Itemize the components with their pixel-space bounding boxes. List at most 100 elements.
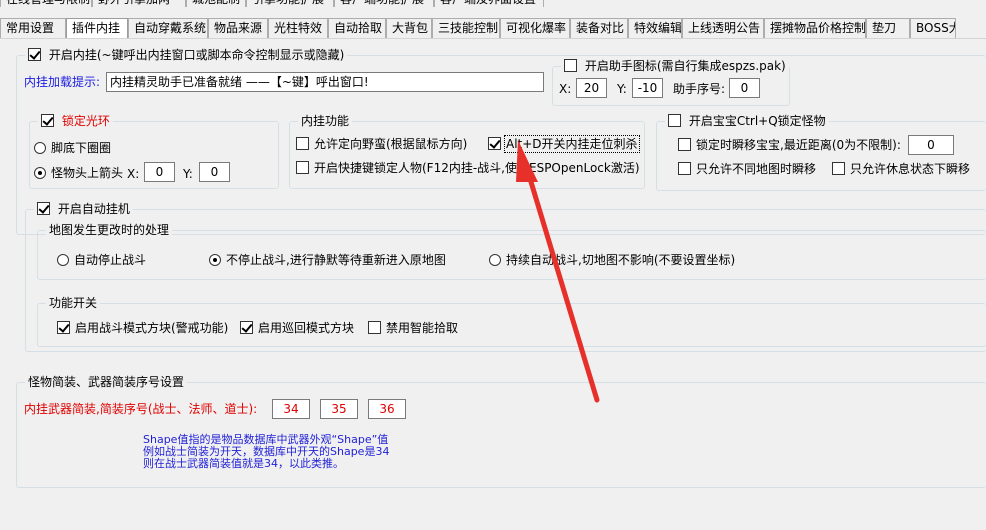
enable-plugin-label: 开启内挂(~键呼出内挂窗口或脚本命令控制显示或隐藏) xyxy=(48,48,345,62)
tab-row2-7[interactable]: 三技能控制 xyxy=(432,18,500,38)
radio-stop-battle[interactable]: 自动停止战斗 xyxy=(57,252,146,268)
opt-patrol-mode[interactable]: 启用巡回模式方块 xyxy=(240,320,354,336)
pet-lock-option[interactable]: 开启宝宝Ctrl+Q锁定怪物 xyxy=(665,114,829,128)
diff-map-checkbox[interactable] xyxy=(678,162,691,175)
lock-x-input[interactable]: 0 xyxy=(144,162,175,182)
radio-head-arrow[interactable]: 怪物头上箭头 xyxy=(34,165,123,181)
lock-cursor-option[interactable]: 锁定光环 xyxy=(38,114,113,128)
tab-row2-8[interactable]: 可视化爆率 xyxy=(500,18,570,38)
assistant-icon-option[interactable]: 开启助手图标(需自行集成espzs.pak) xyxy=(561,59,789,73)
pet-lock-group: 开启宝宝Ctrl+Q锁定怪物 xyxy=(656,114,986,191)
tab-row2-12[interactable]: 摆摊物品价格控制 xyxy=(764,18,866,38)
assistant-x-input[interactable]: 20 xyxy=(576,78,607,98)
pet-lock-label: 开启宝宝Ctrl+Q锁定怪物 xyxy=(688,114,826,128)
alt-d-label: Alt+D开关内挂走位刺杀 xyxy=(504,135,640,153)
tab-row1-4[interactable]: 客户端功能扩展 xyxy=(334,0,434,7)
radio-feet-circle-button[interactable] xyxy=(34,142,46,154)
tab-row1-1[interactable]: 野外引掌加两 xyxy=(92,0,186,7)
rest-only-checkbox[interactable] xyxy=(832,162,845,175)
directional-wild-checkbox[interactable] xyxy=(296,137,309,150)
radio-continue-battle-button[interactable] xyxy=(489,254,501,266)
warrior-shape-input[interactable]: 34 xyxy=(272,399,310,419)
tab-row2-3[interactable]: 物品来源 xyxy=(208,18,268,38)
diff-map-label: 只允许不同地图时瞬移 xyxy=(696,162,817,176)
load-prompt-label: 内挂加载提示: xyxy=(24,75,101,89)
radio-wait-silent[interactable]: 不停止战斗,进行静默等待重新进入原地图 xyxy=(209,252,446,268)
mage-shape-input[interactable]: 35 xyxy=(320,399,358,419)
pet-teleport-distance-input[interactable]: 0 xyxy=(908,135,954,155)
tab-row1-5[interactable]: 客户端及界面设置 xyxy=(434,0,544,7)
lock-y-input[interactable]: 0 xyxy=(199,162,230,182)
tab-row1-0[interactable]: 在线管理与限制 xyxy=(0,0,92,7)
radio-head-arrow-button[interactable] xyxy=(34,167,46,179)
patrol-mode-label: 启用巡回模式方块 xyxy=(258,321,355,335)
opt-rest-only[interactable]: 只允许休息状态下瞬移 xyxy=(832,161,970,177)
disable-pickup-label: 禁用智能拾取 xyxy=(386,321,459,335)
tab-row2-13[interactable]: 垫刀 xyxy=(866,18,910,38)
rest-only-label: 只允许休息状态下瞬移 xyxy=(850,162,971,176)
assistant-y-label: Y: xyxy=(617,82,627,96)
battle-mode-label: 启用战斗模式方块(警戒功能) xyxy=(75,321,229,335)
taoist-shape-input[interactable]: 36 xyxy=(368,399,406,419)
directional-wild-label: 允许定向野蛮(根据鼠标方向) xyxy=(314,137,468,151)
opt-directional-wild[interactable]: 允许定向野蛮(根据鼠标方向) xyxy=(296,136,467,152)
weapon-shape-label: 内挂武器简装,简装序号(战士、法师、道士): xyxy=(24,402,258,416)
auto-hang-option[interactable]: 开启自动挂机 xyxy=(34,202,133,216)
lock-cursor-label: 锁定光环 xyxy=(61,114,110,128)
tab-row2-4[interactable]: 光柱特效 xyxy=(268,18,328,38)
radio-feet-circle[interactable]: 脚底下圈圈 xyxy=(34,140,111,156)
load-prompt-input[interactable]: 内挂精灵助手已准备就绪 ——【~键】呼出窗口! xyxy=(106,72,544,92)
tab-row2-11[interactable]: 上线透明公告 xyxy=(682,18,764,38)
hotkey-lock-checkbox[interactable] xyxy=(296,161,309,174)
switches-title: 功能开关 xyxy=(46,296,101,310)
pet-teleport-label: 锁定时瞬移宝宝,最近距离(0为不限制): xyxy=(696,138,901,152)
radio-continue-battle[interactable]: 持续自动战斗,切地图不影响(不要设置坐标) xyxy=(489,252,735,268)
assistant-x-label: X: xyxy=(559,82,572,96)
opt-battle-mode[interactable]: 启用战斗模式方块(警戒功能) xyxy=(57,320,228,336)
enable-plugin-option[interactable]: 开启内挂(~键呼出内挂窗口或脚本命令控制显示或隐藏) xyxy=(25,48,348,62)
pet-teleport-checkbox[interactable] xyxy=(678,138,691,151)
lock-y-label: Y: xyxy=(183,167,193,181)
top-tab-strip: 在线管理与限制野外引掌加两城池配制引掌功能扩展客户端功能扩展客户端及界面设置 xyxy=(0,0,544,7)
patrol-mode-checkbox[interactable] xyxy=(240,321,253,334)
tab-row2-1[interactable]: 插件内挂 xyxy=(66,18,128,38)
pet-lock-checkbox[interactable] xyxy=(668,114,681,127)
lock-cursor-checkbox[interactable] xyxy=(41,114,54,127)
main-tab-strip: 常用设置 插件内挂 自动穿戴系统 物品来源 光柱特效 自动拾取 大背包 三技能控制 可视化爆率装… xyxy=(0,18,956,38)
opt-alt-d-toggle[interactable]: Alt+D开关内挂走位刺杀 xyxy=(488,135,640,153)
lock-x-label: X: xyxy=(127,167,140,181)
battle-mode-checkbox[interactable] xyxy=(57,321,70,334)
alt-d-checkbox[interactable] xyxy=(488,137,501,150)
radio-head-arrow-label: 怪物头上箭头 xyxy=(51,166,124,180)
opt-disable-pickup[interactable]: 禁用智能拾取 xyxy=(368,320,458,336)
tab-row2-10[interactable]: 特效编辑 xyxy=(628,18,682,38)
assistant-index-input[interactable]: 0 xyxy=(729,78,760,98)
assistant-index-label: 助手序号: xyxy=(673,82,726,96)
tab-row1-3[interactable]: 引掌功能扩展 xyxy=(246,0,334,7)
opt-hotkey-lock[interactable]: 开启快捷键锁定人物(F12内挂-战斗,使用ESPOpenLock激活) xyxy=(296,160,640,176)
auto-hang-checkbox[interactable] xyxy=(37,202,50,215)
tab-row1-2[interactable]: 城池配制 xyxy=(186,0,246,7)
hotkey-lock-label: 开启快捷键锁定人物(F12内挂-战斗,使用ESPOpenLock激活) xyxy=(314,161,640,175)
opt-pet-teleport[interactable]: 锁定时瞬移宝宝,最近距离(0为不限制): xyxy=(678,137,901,153)
assistant-icon-checkbox[interactable] xyxy=(564,59,577,72)
plugin-features-group: 内挂功能 xyxy=(289,114,645,189)
tab-row2-14[interactable]: BOSS大血 xyxy=(910,18,956,38)
radio-wait-silent-label: 不停止战斗,进行静默等待重新进入原地图 xyxy=(226,253,446,267)
disable-pickup-checkbox[interactable] xyxy=(368,321,381,334)
auto-hang-label: 开启自动挂机 xyxy=(57,202,130,216)
tab-row2-6[interactable]: 大背包 xyxy=(386,18,432,38)
assistant-y-input[interactable]: -10 xyxy=(632,78,663,98)
enable-plugin-checkbox[interactable] xyxy=(28,48,41,61)
tab-row2-2[interactable]: 自动穿戴系统 xyxy=(128,18,208,38)
radio-stop-battle-button[interactable] xyxy=(57,254,69,266)
shape-note-line-3: 则在战士武器简装值就是34，以此类推。 xyxy=(143,457,344,470)
opt-diff-map[interactable]: 只允许不同地图时瞬移 xyxy=(678,161,816,177)
map-change-title: 地图发生更改时的处理 xyxy=(46,223,173,237)
radio-stop-battle-label: 自动停止战斗 xyxy=(74,253,147,267)
tab-row2-9[interactable]: 装备对比 xyxy=(570,18,628,38)
tab-row2-0[interactable]: 常用设置 xyxy=(0,18,66,38)
radio-wait-silent-button[interactable] xyxy=(209,254,221,266)
radio-continue-battle-label: 持续自动战斗,切地图不影响(不要设置坐标) xyxy=(506,253,736,267)
tab-row2-5[interactable]: 自动拾取 xyxy=(328,18,386,38)
